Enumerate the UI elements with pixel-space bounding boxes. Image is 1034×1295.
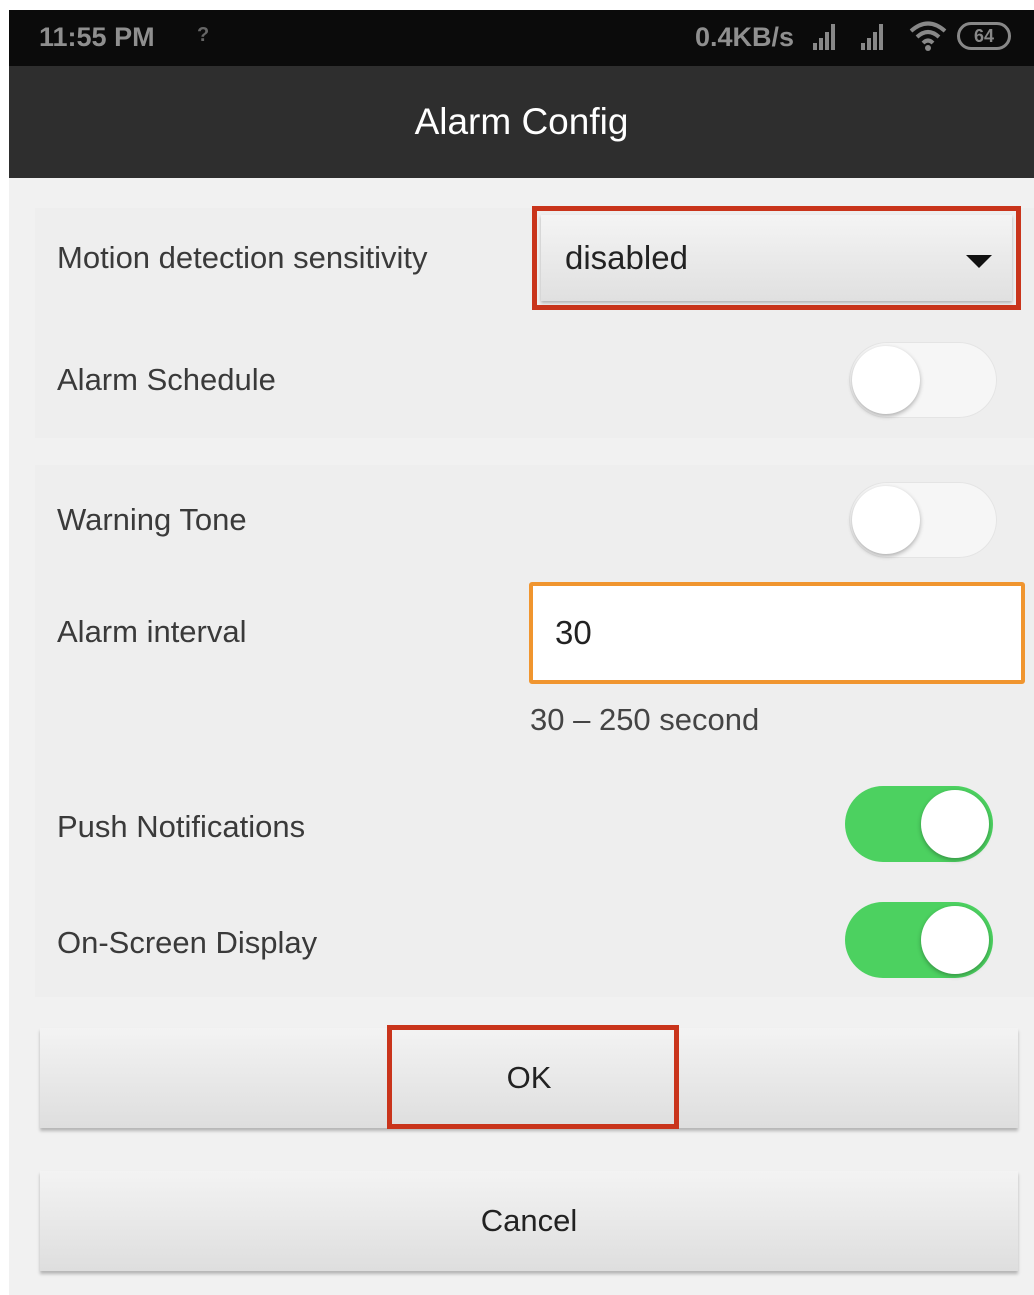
push-notifications-label: Push Notifications	[57, 809, 306, 844]
push-notifications-toggle[interactable]	[845, 786, 993, 862]
toggle-knob	[921, 790, 989, 858]
alarm-schedule-toggle[interactable]	[849, 342, 997, 418]
status-bar: 11:55 PM ? 0.4KB/s 64	[9, 10, 1034, 66]
cancel-button[interactable]: Cancel	[40, 1171, 1018, 1271]
signal-icon-1	[813, 22, 839, 50]
unknown-notification-icon: ?	[197, 24, 210, 46]
network-speed: 0.4KB/s	[695, 22, 795, 52]
motion-sensitivity-label: Motion detection sensitivity	[57, 240, 428, 275]
page-title: Alarm Config	[9, 66, 1034, 178]
phone-screen: 11:55 PM ? 0.4KB/s 64 Alarm Config Motio…	[9, 10, 1034, 1295]
dropdown-caret-icon	[966, 255, 992, 268]
toggle-knob	[921, 906, 989, 974]
alarm-interval-label: Alarm interval	[57, 614, 247, 649]
toggle-knob	[852, 346, 920, 414]
on-screen-display-label: On-Screen Display	[57, 925, 318, 960]
alarm-schedule-label: Alarm Schedule	[57, 362, 276, 397]
alarm-interval-hint: 30 – 250 second	[530, 702, 760, 737]
battery-icon: 64	[957, 22, 1011, 50]
status-time: 11:55 PM	[39, 22, 155, 52]
motion-sensitivity-dropdown[interactable]: disabled	[532, 206, 1021, 310]
wifi-icon	[909, 20, 947, 59]
toggle-knob	[852, 486, 920, 554]
warning-tone-toggle[interactable]	[849, 482, 997, 558]
on-screen-display-toggle[interactable]	[845, 902, 993, 978]
alarm-interval-input[interactable]	[529, 582, 1025, 684]
signal-icon-2	[861, 22, 887, 50]
dropdown-body[interactable]: disabled	[541, 215, 1012, 301]
warning-tone-label: Warning Tone	[57, 502, 247, 537]
dropdown-value: disabled	[565, 239, 688, 276]
ok-highlight-box	[387, 1025, 679, 1129]
